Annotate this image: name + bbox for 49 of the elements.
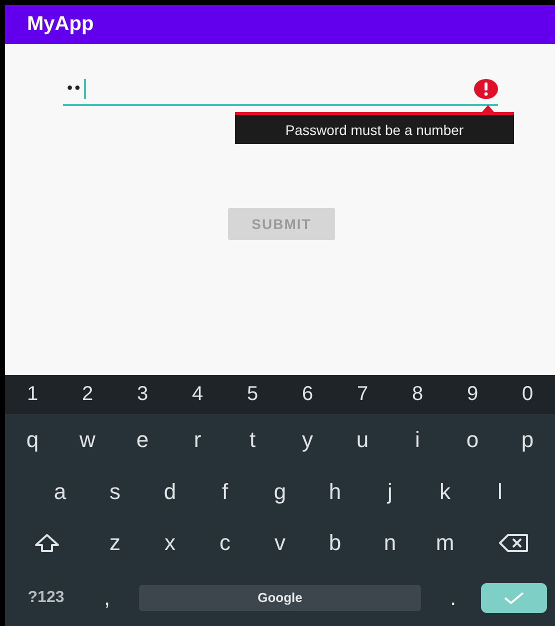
- keyboard-key[interactable]: y: [280, 414, 335, 466]
- app-title: MyApp: [27, 13, 94, 36]
- space-key[interactable]: Google: [139, 584, 421, 611]
- keyboard-key[interactable]: n: [362, 517, 418, 570]
- tooltip-pointer: [482, 105, 494, 112]
- period-key[interactable]: .: [433, 569, 473, 626]
- error-icon: [474, 79, 498, 99]
- keyboard-key[interactable]: 7: [335, 375, 390, 414]
- password-value: ••: [67, 80, 82, 98]
- keyboard-key[interactable]: 3: [115, 375, 170, 414]
- keyboard-key[interactable]: f: [198, 466, 252, 518]
- comma-key[interactable]: ,: [87, 569, 127, 626]
- keyboard-key[interactable]: h: [308, 466, 362, 518]
- keyboard-key[interactable]: v: [252, 517, 308, 570]
- keyboard-key[interactable]: d: [142, 466, 198, 518]
- keyboard-key[interactable]: 0: [500, 375, 555, 414]
- keyboard-key[interactable]: e: [115, 414, 170, 466]
- error-tooltip: Password must be a number: [235, 112, 514, 144]
- keyboard-key[interactable]: 2: [60, 375, 115, 414]
- keyboard-key[interactable]: w: [60, 414, 115, 466]
- keyboard-key[interactable]: m: [418, 517, 472, 570]
- keyboard-key[interactable]: x: [142, 517, 198, 570]
- keyboard-key[interactable]: j: [362, 466, 418, 518]
- keyboard-key[interactable]: b: [308, 517, 362, 570]
- symbols-key[interactable]: ?123: [5, 569, 87, 626]
- keyboard-key[interactable]: 4: [170, 375, 225, 414]
- keyboard-key[interactable]: 5: [225, 375, 280, 414]
- keyboard-key[interactable]: l: [472, 466, 528, 518]
- keyboard-key[interactable]: 9: [445, 375, 500, 414]
- password-field[interactable]: ••: [63, 74, 498, 106]
- check-icon: [503, 590, 525, 605]
- keyboard-key[interactable]: 1: [5, 375, 60, 414]
- keyboard-key[interactable]: i: [390, 414, 445, 466]
- keyboard-key[interactable]: r: [170, 414, 225, 466]
- keyboard-key[interactable]: z: [88, 517, 142, 570]
- text-cursor: [84, 79, 86, 99]
- keyboard-key[interactable]: u: [335, 414, 390, 466]
- keyboard-key[interactable]: 6: [280, 375, 335, 414]
- keyboard-key[interactable]: o: [445, 414, 500, 466]
- keyboard-key[interactable]: c: [198, 517, 252, 570]
- done-key[interactable]: [481, 582, 547, 613]
- keyboard-key[interactable]: t: [225, 414, 280, 466]
- keyboard-key[interactable]: k: [418, 466, 472, 518]
- keyboard-key[interactable]: 8: [390, 375, 445, 414]
- keyboard-key[interactable]: s: [88, 466, 142, 518]
- keyboard-key[interactable]: p: [500, 414, 555, 466]
- keyboard-key[interactable]: q: [5, 414, 60, 466]
- keyboard-key[interactable]: a: [32, 466, 88, 518]
- keyboard-key[interactable]: g: [252, 466, 308, 518]
